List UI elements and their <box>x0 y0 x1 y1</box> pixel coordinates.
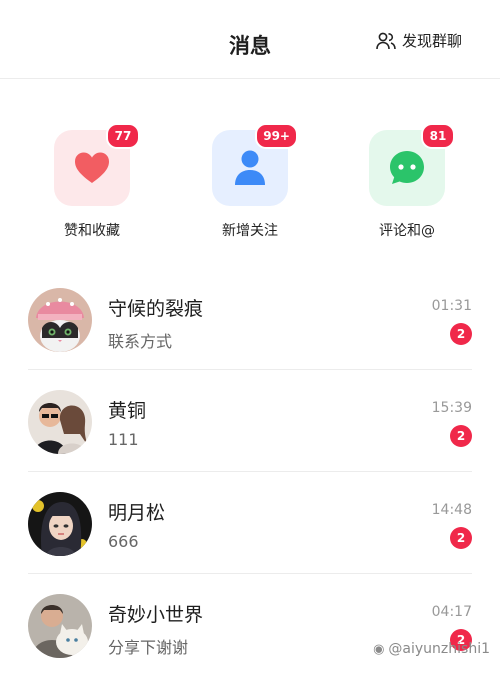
heart-icon <box>75 152 109 183</box>
likes-tile: 77 <box>54 123 140 206</box>
discover-groups-label: 发现群聊 <box>401 32 462 50</box>
message-time: 15:39 <box>431 400 472 416</box>
contact-name: 明月松 <box>108 502 166 524</box>
avatar <box>28 594 92 658</box>
user-icon <box>235 150 265 185</box>
avatar <box>28 492 92 556</box>
contact-name: 奇妙小世界 <box>108 604 204 626</box>
conversation-row[interactable]: 明月松 666 14:48 2 <box>0 472 500 574</box>
follows-badge: 99+ <box>255 123 298 149</box>
comments-and-mentions-button[interactable]: 81 评论和@ <box>347 123 467 240</box>
conversation-row[interactable]: 奇妙小世界 分享下谢谢 04:17 2 <box>0 574 500 676</box>
weibo-icon: ◉ <box>373 641 385 657</box>
conversation-row[interactable]: 守候的裂痕 联系方式 01:31 2 <box>0 268 500 370</box>
follows-tile: 99+ <box>212 123 298 206</box>
follows-label: 新增关注 <box>222 223 278 239</box>
message-preview: 111 <box>108 430 139 449</box>
message-time: 14:48 <box>431 502 472 518</box>
discover-groups-button[interactable]: 发现群聊 <box>376 30 462 51</box>
watermark-text: @aiyunzhishi1 <box>388 641 490 657</box>
unread-badge: 2 <box>450 323 472 345</box>
comments-badge: 81 <box>421 123 455 149</box>
likes-badge: 77 <box>106 123 140 149</box>
header: 消息 发现群聊 <box>0 0 500 79</box>
likes-label: 赞和收藏 <box>64 223 120 239</box>
new-follows-button[interactable]: 99+ 新增关注 <box>190 123 310 240</box>
contact-name: 黄铜 <box>108 400 147 422</box>
comments-tile: 81 <box>369 123 455 206</box>
avatar <box>28 288 92 352</box>
users-icon <box>376 32 396 49</box>
message-preview: 666 <box>108 532 139 551</box>
watermark: ◉ @aiyunzhishi1 <box>373 641 490 657</box>
likes-and-favorites-button[interactable]: 77 赞和收藏 <box>32 123 152 240</box>
quick-actions: 77 赞和收藏 99+ 新增关注 81 评论和@ <box>0 123 500 250</box>
message-preview: 分享下谢谢 <box>108 638 189 657</box>
conversation-row[interactable]: 黄铜 111 15:39 2 <box>0 370 500 472</box>
message-time: 01:31 <box>431 298 472 314</box>
comments-label: 评论和@ <box>379 223 435 239</box>
unread-badge: 2 <box>450 527 472 549</box>
unread-badge: 2 <box>450 425 472 447</box>
message-time: 04:17 <box>431 604 472 620</box>
conversation-list: 守候的裂痕 联系方式 01:31 2 黄铜 111 15:39 2 明月松 66… <box>0 268 500 676</box>
message-preview: 联系方式 <box>108 332 173 351</box>
contact-name: 守候的裂痕 <box>108 298 204 320</box>
chat-icon <box>390 151 424 184</box>
avatar <box>28 390 92 454</box>
